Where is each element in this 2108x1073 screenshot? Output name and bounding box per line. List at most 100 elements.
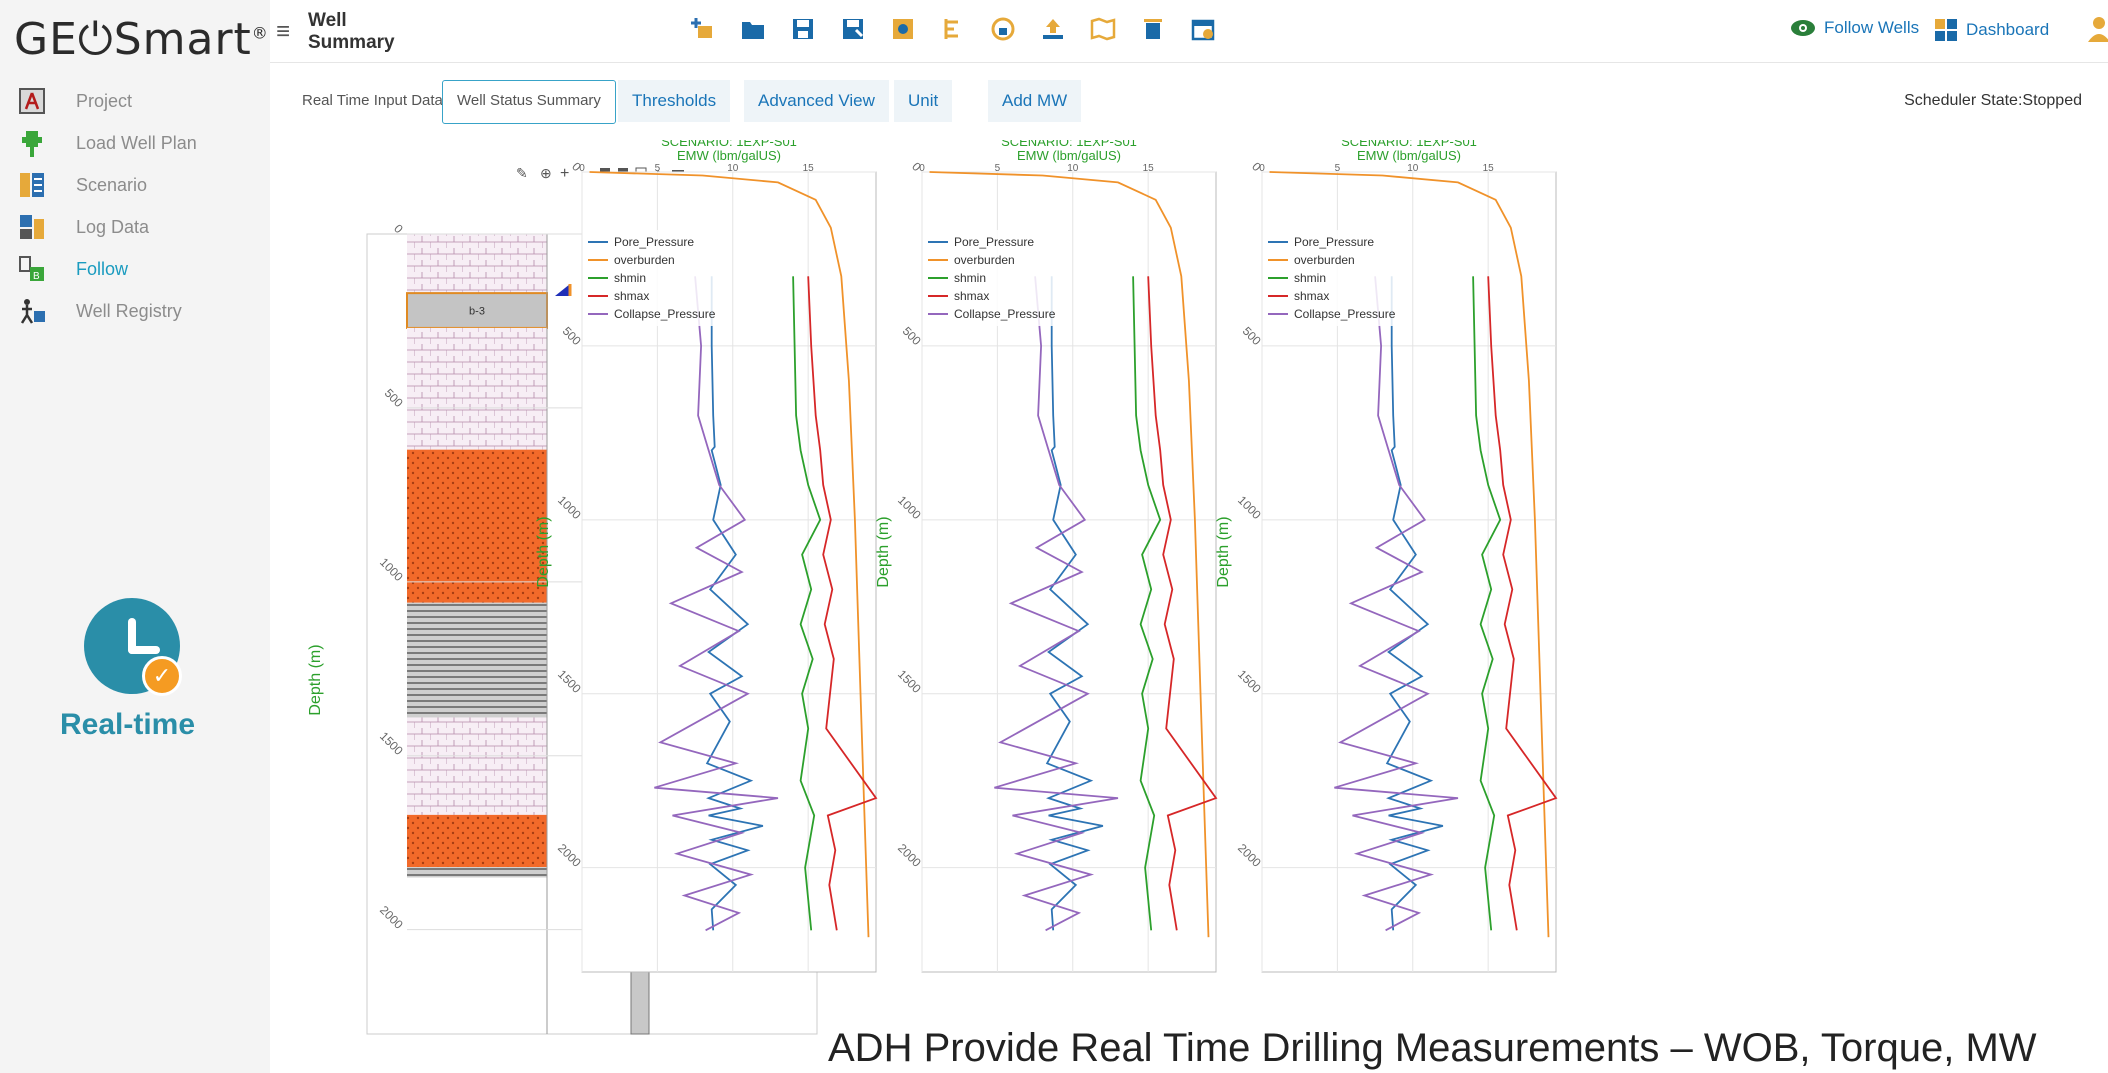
- logo-text: GE⏻Smart: [14, 14, 252, 65]
- sidebar-item-load-well-plan[interactable]: Load Well Plan: [18, 126, 197, 160]
- well-summary-charts: ✎ ⊕ + ⌂ Depth (m) b-3 0500100015002000 S…: [307, 140, 1558, 1035]
- y-tick-label: 2000: [1235, 841, 1264, 870]
- scenario-chart-3: SCENARIO: 1EXP-S01EMW (lbm/galUS)0 5 10 150…: [1215, 140, 1558, 973]
- sidebar-item-follow[interactable]: B Follow: [18, 252, 128, 286]
- geosmart-logo: GE⏻Smart®: [14, 14, 269, 65]
- sidebar: GE⏻Smart® Project Load Well Plan Scenari…: [0, 0, 270, 1073]
- legend-entry[interactable]: Collapse_Pressure: [954, 307, 1056, 321]
- add-mw-button[interactable]: Add MW: [988, 80, 1082, 122]
- tab-real-time-input-data[interactable]: Real Time Input Data: [288, 80, 457, 122]
- save-icon[interactable]: [790, 16, 816, 42]
- realtime-label: Real-time: [60, 708, 196, 741]
- tab-bar: Real Time Input Data Well Status Summary…: [270, 80, 2108, 124]
- lithology-layer-gray-laminated: [407, 602, 547, 718]
- y-tick-label: 1000: [895, 493, 924, 522]
- sidebar-item-label: Log Data: [76, 216, 150, 237]
- legend-entry[interactable]: shmin: [954, 271, 986, 285]
- lithology-column: b-3: [406, 234, 548, 878]
- lithology-layer-shale-pink: [407, 327, 547, 450]
- page-title: Well Summary: [308, 10, 395, 53]
- follow-wells-label: Follow Wells: [1824, 18, 1920, 37]
- lithology-layer-shale-pink: [407, 717, 547, 815]
- toolbar: [690, 16, 1216, 42]
- y-tick-label: 2000: [895, 841, 924, 870]
- tree-icon[interactable]: [940, 16, 966, 42]
- legend-entry[interactable]: shmin: [1294, 271, 1326, 285]
- legend-entry[interactable]: overburden: [614, 253, 675, 267]
- sidebar-item-scenario[interactable]: Scenario: [18, 168, 147, 202]
- lithology-layer-shale-pink: [407, 234, 547, 294]
- legend-entry[interactable]: Pore_Pressure: [1294, 235, 1374, 249]
- settings-icon[interactable]: [890, 16, 916, 42]
- user-icon[interactable]: [2088, 16, 2108, 42]
- lithology-layer-sand-orange: [407, 449, 547, 603]
- unit-button[interactable]: Unit: [894, 80, 953, 122]
- legend-entry[interactable]: shmin: [614, 271, 646, 285]
- map-icon[interactable]: [1090, 16, 1116, 42]
- draw-pencil-icon[interactable]: ✎: [516, 165, 528, 181]
- eye-icon: [1791, 20, 1815, 36]
- legend-entry[interactable]: shmax: [1294, 289, 1329, 303]
- y-axis-label: Depth (m): [1215, 516, 1232, 587]
- lock-icon[interactable]: [990, 16, 1016, 42]
- open-folder-icon[interactable]: [740, 16, 766, 42]
- well-registry-icon: [20, 299, 45, 324]
- check-badge-icon: ✓: [142, 656, 182, 696]
- lithology-layer-gray-laminated: [407, 867, 547, 878]
- legend-entry[interactable]: Pore_Pressure: [614, 235, 694, 249]
- lithology-layer-sand-orange: [407, 814, 547, 868]
- y-tick-label: 1500: [1235, 667, 1264, 696]
- top-bar: ≡ Well Summary Follow Wells Dashboard: [270, 0, 2108, 63]
- y-tick-label: 500: [1240, 324, 1264, 348]
- save-as-icon[interactable]: [840, 16, 866, 42]
- follow-wells-button[interactable]: Follow Wells: [1790, 18, 1919, 38]
- footer-caption: ADH Provide Real Time Drilling Measureme…: [828, 1026, 2037, 1070]
- calendar-icon[interactable]: [1190, 16, 1216, 42]
- dashboard-icon: [1935, 19, 1957, 41]
- thresholds-button[interactable]: Thresholds: [618, 80, 731, 122]
- x-axis-label: EMW (lbm/galUS): [1017, 148, 1121, 163]
- scenario-chart-2: SCENARIO: 1EXP-S01EMW (lbm/galUS)0 5 10 150…: [875, 140, 1218, 973]
- delete-icon[interactable]: [1140, 16, 1166, 42]
- legend-entry[interactable]: Collapse_Pressure: [614, 307, 716, 321]
- follow-icon: B: [19, 256, 44, 282]
- legend-entry[interactable]: overburden: [954, 253, 1015, 267]
- y-axis-label: Depth (m): [875, 516, 892, 587]
- sidebar-item-label: Follow: [76, 258, 129, 279]
- y-axis-label: Depth (m): [535, 516, 552, 587]
- add-well-icon[interactable]: [690, 16, 716, 42]
- legend-entry[interactable]: Pore_Pressure: [954, 235, 1034, 249]
- depth-axis-label: Depth (m): [307, 644, 324, 715]
- sidebar-item-well-registry[interactable]: Well Registry: [18, 294, 182, 328]
- sidebar-item-log-data[interactable]: Log Data: [18, 210, 149, 244]
- dashboard-button[interactable]: Dashboard: [1934, 18, 2049, 42]
- sidebar-item-label: Scenario: [76, 174, 148, 195]
- load-well-plan-icon: [22, 131, 42, 157]
- x-axis-label: EMW (lbm/galUS): [1357, 148, 1461, 163]
- legend-entry[interactable]: Collapse_Pressure: [1294, 307, 1396, 321]
- legend-entry[interactable]: overburden: [1294, 253, 1355, 267]
- zoom-icon[interactable]: ⊕: [540, 165, 552, 181]
- y-tick-label: 1500: [895, 667, 924, 696]
- legend-entry[interactable]: shmax: [954, 289, 989, 303]
- sidebar-item-label: Load Well Plan: [76, 132, 197, 153]
- upload-icon[interactable]: [1040, 16, 1066, 42]
- logo-registered-mark: ®: [251, 23, 269, 43]
- realtime-clock-icon: ✓: [84, 598, 182, 696]
- dashboard-label: Dashboard: [1966, 20, 2050, 39]
- tab-well-status-summary[interactable]: Well Status Summary: [442, 80, 616, 124]
- advanced-view-button[interactable]: Advanced View: [744, 80, 889, 122]
- sidebar-item-label: Project: [76, 90, 133, 111]
- svg-text:B: B: [33, 271, 40, 282]
- pan-icon[interactable]: +: [560, 165, 569, 182]
- y-tick-label: 1000: [1235, 493, 1264, 522]
- sidebar-item-project[interactable]: Project: [18, 84, 132, 118]
- sidebar-item-label: Well Registry: [76, 300, 182, 321]
- legend-entry[interactable]: shmax: [614, 289, 649, 303]
- hamburger-menu-icon[interactable]: ≡: [276, 18, 290, 46]
- y-tick-label: 500: [900, 324, 924, 348]
- project-icon: [19, 88, 45, 114]
- scheduler-state: Scheduler State:Stopped: [1904, 92, 2082, 109]
- x-axis-label: EMW (lbm/galUS): [677, 148, 781, 163]
- scenario-chart-1: SCENARIO: 1EXP-S01EMW (lbm/galUS)0 5 10 150…: [535, 140, 878, 973]
